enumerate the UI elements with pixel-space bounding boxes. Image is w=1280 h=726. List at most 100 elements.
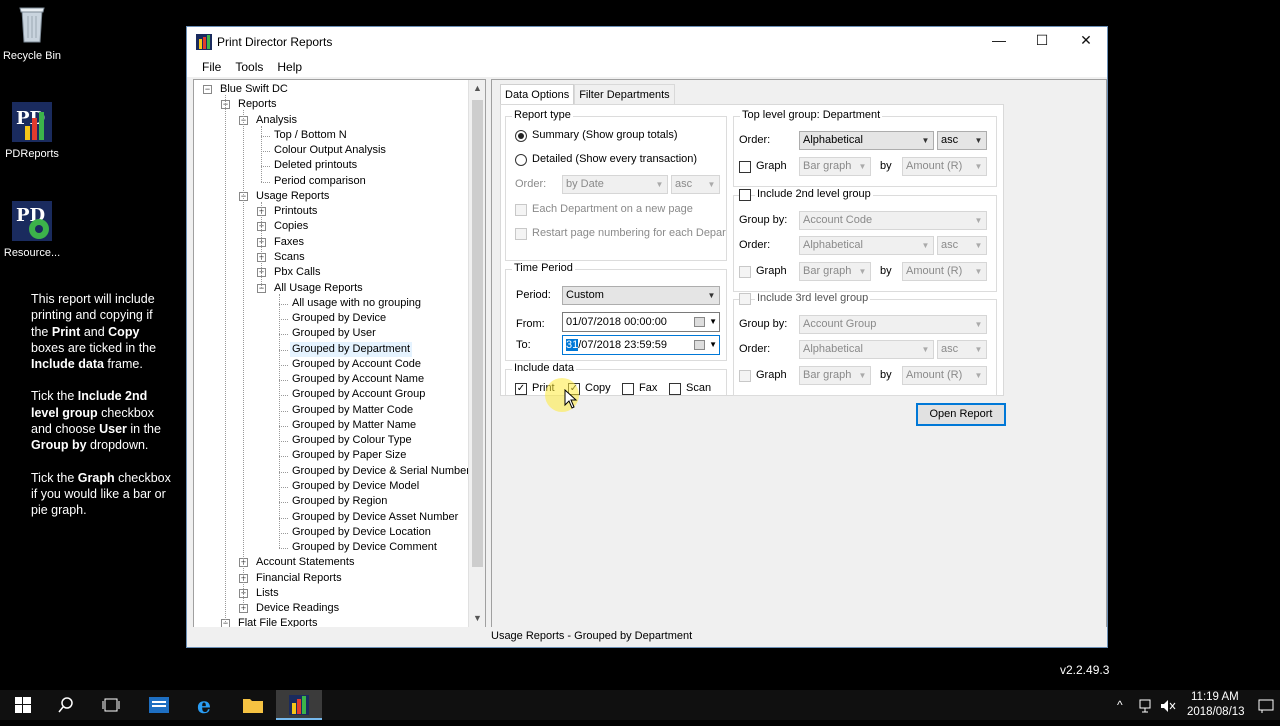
top-order-direction-select[interactable]: asc ▼: [937, 131, 987, 150]
title-bar[interactable]: Print Director Reports — ☐ ✕: [187, 27, 1107, 56]
scan-label[interactable]: Scan: [686, 382, 711, 394]
scan-checkbox[interactable]: [669, 383, 681, 395]
tree-item[interactable]: Lists: [254, 586, 281, 601]
show-hidden-icons[interactable]: ^: [1117, 698, 1123, 712]
network-icon[interactable]: [1139, 699, 1155, 713]
calendar-icon: [694, 317, 705, 327]
tree-item[interactable]: Top / Bottom N: [272, 128, 349, 143]
include-second-level-label[interactable]: Include 2nd level group: [755, 188, 873, 200]
tree-item[interactable]: Grouped by Device: [290, 311, 388, 326]
collapse-icon[interactable]: −: [203, 85, 212, 94]
tree-item[interactable]: Blue Swift DC: [218, 82, 290, 97]
open-report-button[interactable]: Open Report: [916, 403, 1006, 426]
close-button[interactable]: ✕: [1064, 27, 1108, 56]
tree-item[interactable]: Period comparison: [272, 174, 368, 189]
tree-item[interactable]: Grouped by Region: [290, 494, 389, 509]
menu-help[interactable]: Help: [270, 60, 309, 74]
tree-item[interactable]: Grouped by Device Comment: [290, 540, 439, 555]
tree-connector: [279, 319, 288, 321]
tree-item[interactable]: Pbx Calls: [272, 265, 322, 280]
tree-item[interactable]: Printouts: [272, 204, 319, 219]
scroll-up-arrow-icon[interactable]: ▲: [469, 80, 485, 97]
tree-item[interactable]: Faxes: [272, 235, 306, 250]
tree-item[interactable]: Device Readings: [254, 601, 341, 616]
scroll-down-arrow-icon[interactable]: ▼: [469, 610, 485, 627]
each-department-label: Each Department on a new page: [532, 203, 693, 215]
scroll-thumb[interactable]: [472, 100, 483, 567]
tree-item[interactable]: Grouped by Account Group: [290, 387, 427, 402]
clock-date[interactable]: 2018/08/13: [1187, 706, 1245, 718]
second-order-select: Alphabetical ▼: [799, 236, 934, 255]
taskbar-app-server-manager[interactable]: [136, 690, 182, 720]
include-second-level-checkbox[interactable]: [739, 189, 751, 201]
tree-item[interactable]: Grouped by Paper Size: [290, 448, 408, 463]
tree-item[interactable]: Grouped by Matter Name: [290, 418, 418, 433]
tree-item[interactable]: All Usage Reports: [272, 281, 365, 296]
tree-item[interactable]: Grouped by Device & Serial Number: [290, 464, 472, 479]
tree-item[interactable]: Scans: [272, 250, 307, 265]
detailed-radio[interactable]: [515, 154, 527, 166]
top-graph-label[interactable]: Graph: [756, 160, 787, 172]
search-button[interactable]: [43, 690, 89, 720]
taskbar-app-print-director[interactable]: [276, 690, 322, 720]
tree-item[interactable]: Financial Reports: [254, 571, 344, 586]
summary-radio[interactable]: [515, 130, 527, 142]
tree-connector: [279, 334, 288, 336]
top-level-group: Top level group: Department Order: Alpha…: [733, 109, 997, 187]
clock-time[interactable]: 11:19 AM: [1191, 691, 1239, 703]
top-graph-checkbox[interactable]: [739, 161, 751, 173]
menu-file[interactable]: File: [195, 60, 228, 74]
tree-item[interactable]: Usage Reports: [254, 189, 331, 204]
tree-item[interactable]: All usage with no grouping: [290, 296, 423, 311]
each-department-checkbox: [515, 204, 527, 216]
tree-item[interactable]: Grouped by Matter Code: [290, 403, 415, 418]
tree-item[interactable]: Grouped by Account Name: [290, 372, 426, 387]
fax-label[interactable]: Fax: [639, 382, 657, 394]
from-date-picker[interactable]: 01/07/2018 00:00:00 ▼: [562, 312, 720, 332]
task-view-button[interactable]: [88, 690, 134, 720]
summary-label[interactable]: Summary (Show group totals): [532, 129, 678, 141]
period-select[interactable]: Custom ▼: [562, 286, 720, 305]
tree-item[interactable]: Grouped by Colour Type: [290, 433, 414, 448]
tab-data-options[interactable]: Data Options: [500, 84, 575, 105]
tree-item[interactable]: Grouped by Device Asset Number: [290, 510, 460, 525]
to-date-picker[interactable]: 31/07/2018 23:59:59 ▼: [562, 335, 720, 355]
volume-icon[interactable]: [1160, 699, 1176, 713]
desktop-icon-recycle-bin[interactable]: Recycle Bin: [0, 2, 64, 62]
tab-filter-departments[interactable]: Filter Departments: [574, 84, 675, 104]
order-direction-select: asc ▼: [671, 175, 720, 194]
detailed-label[interactable]: Detailed (Show every transaction): [532, 153, 697, 165]
tree-item[interactable]: Colour Output Analysis: [272, 143, 388, 158]
chevron-down-icon: ▼: [709, 317, 717, 326]
to-label: To:: [516, 339, 531, 351]
second-graph-type-select: Bar graph ▼: [799, 262, 871, 281]
notifications-icon[interactable]: [1258, 699, 1274, 713]
menu-tools[interactable]: Tools: [228, 60, 270, 74]
tree-item[interactable]: Account Statements: [254, 555, 356, 570]
start-button[interactable]: [0, 690, 46, 720]
minimize-button[interactable]: —: [977, 27, 1021, 56]
desktop-icon-pdreports[interactable]: PD PDReports: [0, 100, 64, 160]
maximize-button[interactable]: ☐: [1020, 27, 1064, 56]
tree-connector: [261, 201, 262, 289]
desktop-icon-resource[interactable]: PD Resource...: [0, 199, 64, 259]
tree-item[interactable]: Deleted printouts: [272, 158, 359, 173]
tree-item[interactable]: Grouped by Device Model: [290, 479, 421, 494]
tree-item[interactable]: Grouped by Device Location: [290, 525, 433, 540]
fax-checkbox[interactable]: [622, 383, 634, 395]
tree-item[interactable]: Copies: [272, 219, 310, 234]
tree-item[interactable]: Grouped by Department: [290, 341, 413, 357]
taskbar-app-explorer[interactable]: [230, 690, 276, 720]
report-type-legend: Report type: [512, 109, 573, 121]
top-order-select[interactable]: Alphabetical ▼: [799, 131, 934, 150]
copy-label[interactable]: Copy: [585, 382, 611, 394]
version-label: v2.2.49.3: [1060, 663, 1110, 677]
print-checkbox[interactable]: ✓: [515, 383, 527, 395]
tree-item[interactable]: Grouped by Account Code: [290, 357, 423, 372]
chevron-down-icon: ▼: [974, 345, 983, 354]
taskbar-app-edge[interactable]: e: [183, 690, 229, 720]
tree-scrollbar[interactable]: ▲ ▼: [468, 80, 485, 627]
tree-connector: [279, 410, 288, 412]
tree-item[interactable]: Grouped by User: [290, 326, 378, 341]
tree-connector: [225, 95, 226, 625]
